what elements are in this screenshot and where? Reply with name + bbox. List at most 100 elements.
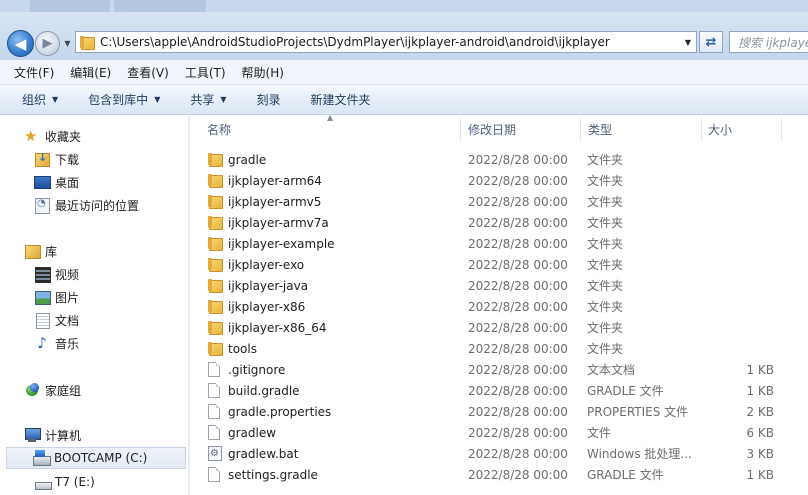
file-row[interactable]: gradle.properties 2022/8/28 00:00 PROPERTI… — [191, 401, 808, 422]
title-strip-block — [114, 0, 206, 12]
title-strip-block — [30, 0, 110, 12]
file-row[interactable]: ijkplayer-arm64 2022/8/28 00:00 文件夹 — [191, 170, 808, 191]
file-size — [691, 275, 774, 296]
homegroup-icon — [24, 382, 40, 398]
file-row[interactable]: ijkplayer-armv7a 2022/8/28 00:00 文件夹 — [191, 212, 808, 233]
file-icon — [208, 362, 220, 377]
menu-help[interactable]: 帮助(H) — [242, 64, 284, 81]
nav-homegroup[interactable]: 家庭组 — [24, 379, 81, 401]
nav-label: 视频 — [55, 267, 80, 282]
menu-edit[interactable]: 编辑(E) — [70, 64, 111, 81]
nav-label: 下载 — [55, 152, 80, 167]
file-size: 1 KB — [746, 383, 774, 398]
forward-button[interactable]: ▶ — [35, 31, 60, 56]
file-row[interactable]: ijkplayer-armv5 2022/8/28 00:00 文件夹 — [191, 191, 808, 212]
file-date: 2022/8/28 00:00 — [468, 194, 568, 209]
folder-icon — [208, 195, 223, 209]
chevron-down-icon: ▼ — [64, 38, 71, 48]
refresh-icon: ⇄ — [705, 34, 717, 50]
nav-favorites[interactable]: ★ 收藏夹 — [24, 125, 81, 147]
nav-item-t7-drive[interactable]: T7 (E:) — [34, 471, 95, 493]
file-name: .gitignore — [228, 362, 286, 377]
column-header-name[interactable]: 名称 — [207, 116, 231, 143]
share-label: 共享 — [190, 93, 215, 107]
file-row[interactable]: ijkplayer-x86_64 2022/8/28 00:00 文件夹 — [191, 317, 808, 338]
column-divider[interactable] — [701, 118, 702, 141]
burn-button[interactable]: 刻录 — [257, 91, 281, 108]
column-divider[interactable] — [781, 118, 782, 141]
refresh-button[interactable]: ⇄ — [699, 31, 723, 53]
title-strip — [0, 0, 808, 12]
nav-label: 文档 — [55, 313, 80, 328]
file-date: 2022/8/28 00:00 — [468, 467, 568, 482]
file-type: GRADLE 文件 — [587, 468, 664, 482]
file-icon-cell — [208, 464, 224, 485]
file-row[interactable]: tools 2022/8/28 00:00 文件夹 — [191, 338, 808, 359]
nav-item-desktop[interactable]: 桌面 — [34, 171, 79, 193]
folder-icon — [208, 300, 223, 314]
download-folder-icon — [34, 151, 50, 167]
nav-item-recent-places[interactable]: 最近访问的位置 — [34, 194, 139, 216]
nav-item-music[interactable]: ♪ 音乐 — [34, 332, 79, 354]
file-row[interactable]: .gitignore 2022/8/28 00:00 文本文档 1 KB — [191, 359, 808, 380]
file-row[interactable]: build.gradle 2022/8/28 00:00 GRADLE 文件 1 KB — [191, 380, 808, 401]
nav-item-videos[interactable]: 视频 — [34, 263, 79, 285]
new-folder-button[interactable]: 新建文件夹 — [311, 91, 371, 108]
column-header-type[interactable]: 类型 — [588, 116, 612, 143]
chevron-down-icon: ▼ — [52, 95, 59, 104]
file-icon-cell — [208, 233, 224, 254]
file-date: 2022/8/28 00:00 — [468, 425, 568, 440]
file-row[interactable]: gradlew.bat 2022/8/28 00:00 Windows 批处理...… — [191, 443, 808, 464]
pane-splitter[interactable] — [188, 116, 190, 495]
back-button[interactable]: ◀ — [7, 30, 34, 57]
address-history-dropdown[interactable]: ▼ — [680, 32, 696, 52]
file-date: 2022/8/28 00:00 — [468, 404, 568, 419]
file-row[interactable]: gradle 2022/8/28 00:00 文件夹 — [191, 149, 808, 170]
share-button[interactable]: 共享 ▼ — [190, 91, 226, 108]
file-size: 2 KB — [746, 404, 774, 419]
file-row[interactable]: ijkplayer-java 2022/8/28 00:00 文件夹 — [191, 275, 808, 296]
include-in-library-button[interactable]: 包含到库中 ▼ — [88, 91, 160, 108]
file-row[interactable]: settings.gradle 2022/8/28 00:00 GRADLE 文件 1… — [191, 464, 808, 485]
column-divider[interactable] — [460, 118, 461, 141]
menu-view[interactable]: 查看(V) — [127, 64, 169, 81]
file-row[interactable]: ijkplayer-x86 2022/8/28 00:00 文件夹 — [191, 296, 808, 317]
nav-item-bootcamp-drive[interactable]: BOOTCAMP (C:) — [6, 447, 186, 469]
music-library-icon: ♪ — [37, 334, 47, 352]
file-type: GRADLE 文件 — [587, 384, 664, 398]
file-row[interactable]: ijkplayer-exo 2022/8/28 00:00 文件夹 — [191, 254, 808, 275]
column-header-date[interactable]: 修改日期 — [468, 116, 516, 143]
file-row[interactable]: ijkplayer-example 2022/8/28 00:00 文件夹 — [191, 233, 808, 254]
file-size — [691, 170, 774, 191]
recent-pages-button[interactable]: ▼ — [62, 36, 73, 50]
navigation-pane: ★ 收藏夹 下载 桌面 最近访问的位置 库 视频 图片 文档 ♪ 音乐 家庭组 … — [0, 116, 190, 495]
file-row[interactable]: gradlew 2022/8/28 00:00 文件 6 KB — [191, 422, 808, 443]
search-input[interactable]: 搜索 ijkplayer — [729, 31, 808, 53]
file-icon — [208, 404, 220, 419]
file-name: ijkplayer-armv5 — [228, 194, 322, 209]
column-divider[interactable] — [580, 118, 581, 141]
nav-item-pictures[interactable]: 图片 — [34, 286, 79, 308]
nav-computer[interactable]: 计算机 — [24, 424, 81, 446]
nav-item-documents[interactable]: 文档 — [34, 309, 79, 331]
file-rows: gradle 2022/8/28 00:00 文件夹 ijkplayer-arm64 2… — [191, 149, 808, 485]
nav-label: BOOTCAMP (C:) — [54, 451, 148, 465]
menu-tools[interactable]: 工具(T) — [185, 64, 226, 81]
file-type: 文件夹 — [587, 300, 624, 314]
file-size — [691, 317, 774, 338]
documents-library-icon — [34, 312, 50, 329]
column-header-size[interactable]: 大小 — [708, 116, 732, 143]
organize-button[interactable]: 组织 ▼ — [22, 91, 58, 108]
address-bar[interactable]: C:\Users\apple\AndroidStudioProjects\Dyd… — [75, 31, 697, 53]
file-icon — [208, 383, 220, 398]
file-type: 文件夹 — [587, 237, 624, 251]
nav-libraries[interactable]: 库 — [24, 240, 57, 262]
video-library-icon — [34, 266, 51, 283]
nav-item-downloads[interactable]: 下载 — [34, 148, 79, 170]
address-path[interactable]: C:\Users\apple\AndroidStudioProjects\Dyd… — [100, 35, 680, 49]
file-icon-cell — [208, 359, 224, 380]
file-size — [691, 296, 774, 317]
folder-icon — [208, 174, 223, 188]
folder-icon — [208, 237, 223, 251]
menu-file[interactable]: 文件(F) — [14, 64, 54, 81]
